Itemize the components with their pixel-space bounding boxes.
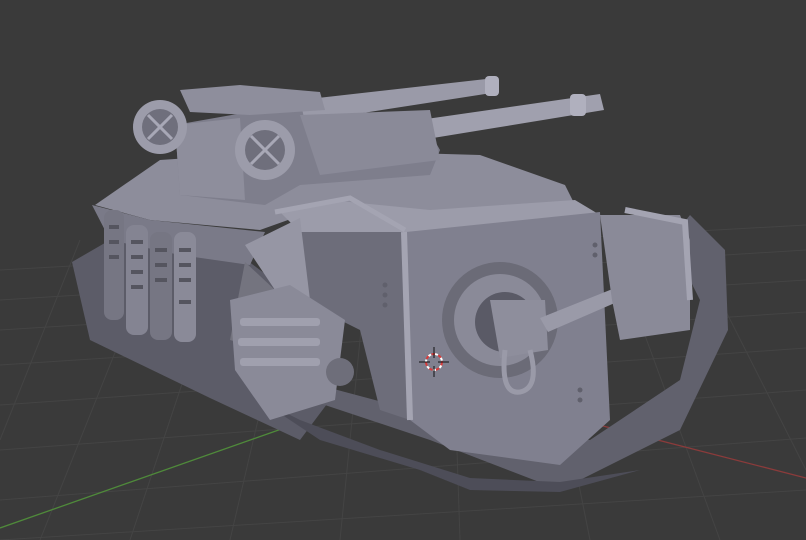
barrel-collar-front <box>570 94 586 116</box>
barrel-collar-rear <box>485 76 499 96</box>
turret-top-hatch <box>180 85 325 115</box>
gun-mount-yoke <box>490 300 548 358</box>
y-axis-line <box>0 425 291 529</box>
tank-model[interactable] <box>72 76 728 492</box>
viewport-canvas[interactable] <box>0 0 806 540</box>
rear-panel <box>600 215 690 340</box>
3d-viewport[interactable] <box>0 0 806 540</box>
suspension-ribs <box>238 318 320 366</box>
hub-cap <box>326 358 354 386</box>
